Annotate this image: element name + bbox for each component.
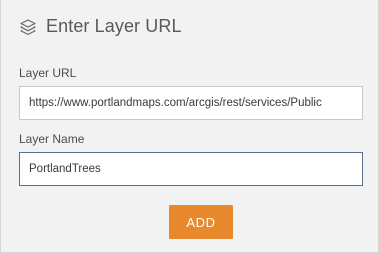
layer-url-label: Layer URL <box>19 66 77 80</box>
layer-name-input[interactable] <box>19 152 363 186</box>
layer-name-label: Layer Name <box>19 132 85 146</box>
panel-header: Enter Layer URL <box>19 16 182 37</box>
enter-layer-url-panel: Enter Layer URL Layer URL Layer Name ADD <box>0 0 379 253</box>
panel-title: Enter Layer URL <box>46 16 182 36</box>
add-button[interactable]: ADD <box>169 205 233 239</box>
layers-icon <box>19 18 37 36</box>
layer-url-input[interactable] <box>19 86 363 120</box>
